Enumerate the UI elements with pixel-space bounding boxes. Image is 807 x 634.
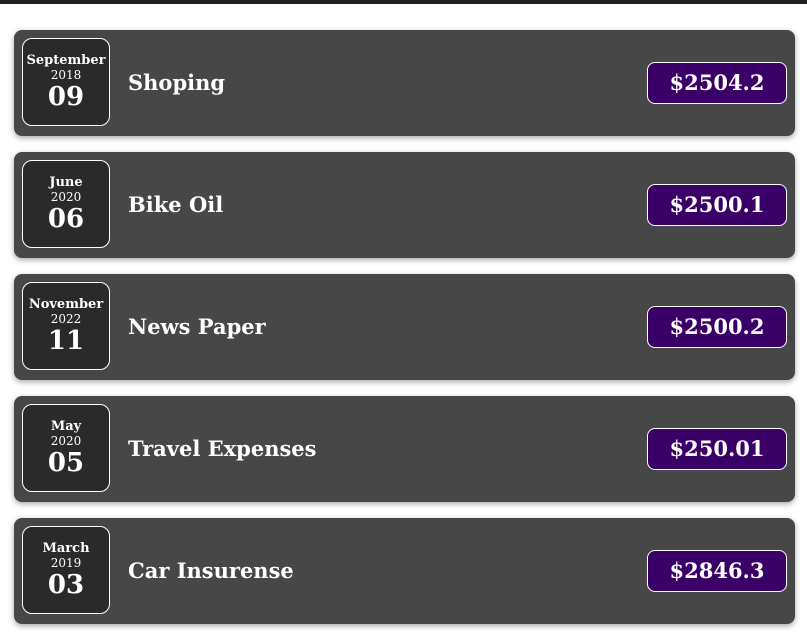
expense-date: March 2019 03	[22, 526, 110, 614]
expense-title: Car Insurense	[128, 558, 294, 583]
expense-amount: $2500.2	[647, 306, 787, 348]
expense-amount: $250.01	[647, 428, 787, 470]
expense-date-year: 2019	[50, 556, 82, 570]
expense-item: March 2019 03 Car Insurense $2846.3	[14, 518, 795, 624]
expense-title: Shoping	[128, 70, 226, 95]
expense-date-day: 05	[47, 448, 85, 478]
expense-amount: $2846.3	[647, 550, 787, 592]
expense-date: May 2020 05	[22, 404, 110, 492]
expense-item: June 2020 06 Bike Oil $2500.1	[14, 152, 795, 258]
expense-date-year: 2020	[50, 190, 82, 204]
expense-title: News Paper	[128, 314, 266, 339]
expense-title: Travel Expenses	[128, 436, 317, 461]
top-edge-bar	[0, 0, 807, 4]
expense-date-month: November	[28, 297, 104, 312]
expense-date-month: September	[26, 53, 106, 68]
expense-amount: $2504.2	[647, 62, 787, 104]
expense-date-day: 06	[47, 204, 85, 234]
expense-date-day: 11	[47, 326, 85, 356]
expense-item: November 2022 11 News Paper $2500.2	[14, 274, 795, 380]
expense-date-month: March	[42, 541, 90, 556]
expense-date-year: 2018	[50, 68, 82, 82]
expense-date-year: 2020	[50, 434, 82, 448]
expense-list: September 2018 09 Shoping $2504.2 June 2…	[14, 30, 795, 634]
expense-item: September 2018 09 Shoping $2504.2	[14, 30, 795, 136]
expense-title: Bike Oil	[128, 192, 224, 217]
expense-date: September 2018 09	[22, 38, 110, 126]
expense-date: June 2020 06	[22, 160, 110, 248]
expenses-page: September 2018 09 Shoping $2504.2 June 2…	[0, 0, 807, 634]
expense-date: November 2022 11	[22, 282, 110, 370]
expense-date-day: 03	[47, 570, 85, 600]
expense-date-month: June	[49, 175, 83, 190]
expense-date-month: May	[50, 419, 82, 434]
expense-amount: $2500.1	[647, 184, 787, 226]
expense-date-day: 09	[47, 82, 85, 112]
expense-item: May 2020 05 Travel Expenses $250.01	[14, 396, 795, 502]
expense-date-year: 2022	[50, 312, 82, 326]
